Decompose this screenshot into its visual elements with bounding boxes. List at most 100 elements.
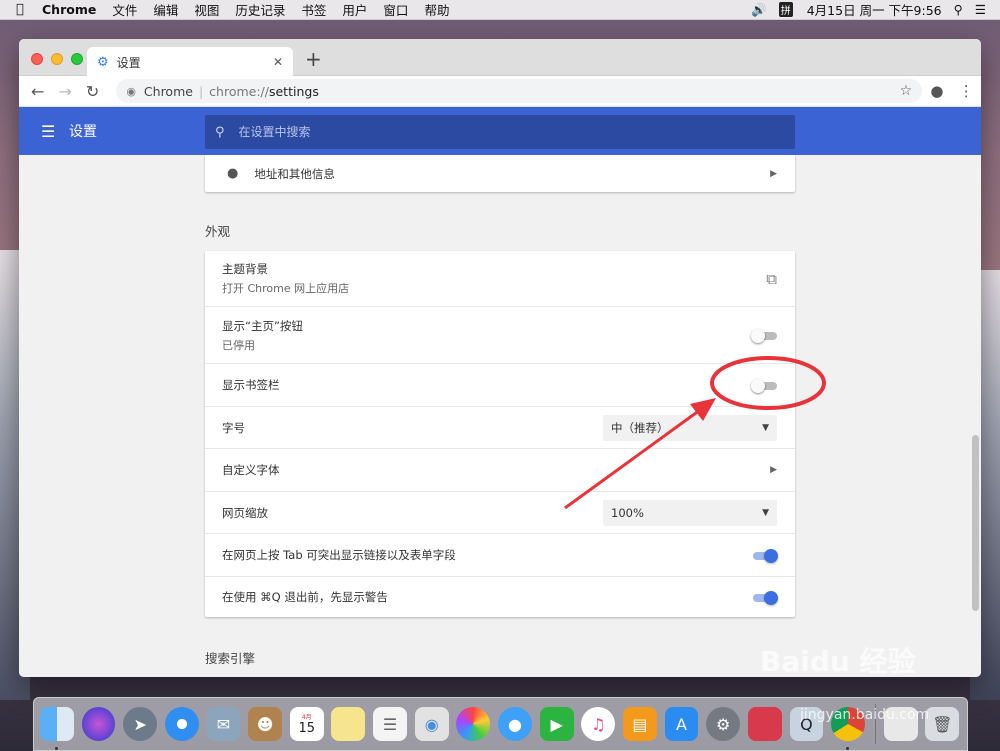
launchpad-icon[interactable]: ➤ <box>123 707 158 741</box>
font-size-label: 字号 <box>222 420 245 435</box>
reload-icon[interactable]: ↻ <box>79 82 106 101</box>
site-chip: Chrome <box>143 83 193 99</box>
system-preferences-icon[interactable]: ⚙ <box>706 707 741 741</box>
bookmark-star-icon[interactable]: ☆ <box>900 83 913 99</box>
url-path: settings <box>268 83 319 99</box>
spotlight-search-icon[interactable]: ⚲ <box>954 2 963 17</box>
macos-menubar:  Chrome 文件 编辑 视图 历史记录 书签 用户 窗口 帮助 🔊 拼 4… <box>0 0 1000 20</box>
chrome-window: ⚙ 设置 ✕ + ← → ↻ ◉ Chrome | chrome:// sett… <box>19 39 981 677</box>
menu-app-name[interactable]: Chrome <box>42 2 96 17</box>
forward-arrow-icon[interactable]: → <box>51 82 78 101</box>
remote-desktop-icon[interactable] <box>747 707 782 741</box>
page-zoom-select[interactable]: 100% ▼ <box>603 499 777 526</box>
new-tab-button[interactable]: + <box>305 49 322 69</box>
open-external-icon[interactable]: ⧉ <box>766 270 777 288</box>
maps-icon[interactable]: ◉ <box>414 707 449 741</box>
menu-file[interactable]: 文件 <box>112 0 137 19</box>
back-arrow-icon[interactable]: ← <box>24 82 51 101</box>
font-size-select[interactable]: 中（推荐） ▼ <box>603 414 777 441</box>
trash-icon[interactable]: 🗑 <box>925 707 960 741</box>
menu-help[interactable]: 帮助 <box>424 0 449 19</box>
input-method-icon[interactable]: 拼 <box>778 2 793 17</box>
search-icon: ⚲ <box>215 124 225 140</box>
autofill-card: ● 地址和其他信息 ▶ <box>205 155 795 192</box>
quit-warning-row: 在使用 ⌘Q 退出前，先显示警告 <box>205 576 795 617</box>
tab-title: 设置 <box>116 55 141 70</box>
page-zoom-value: 100% <box>611 505 644 520</box>
notification-center-icon[interactable]: ☰ <box>975 2 986 17</box>
siri-icon[interactable] <box>81 707 116 741</box>
settings-gear-icon: ⚙ <box>97 54 109 70</box>
finder-icon[interactable] <box>40 707 74 750</box>
more-menu-icon[interactable]: ⋮ <box>952 82 981 100</box>
reminders-icon[interactable]: ☰ <box>373 707 407 741</box>
menu-window[interactable]: 窗口 <box>383 0 408 19</box>
theme-sublabel: 打开 Chrome 网上应用店 <box>222 282 350 295</box>
settings-header: ☰ 设置 ⚲ <box>19 107 981 155</box>
url-scheme: chrome:// <box>209 83 269 99</box>
menubar-status-area: 🔊 拼 4月15日 周一 下午9:56 ⚲ ☰ <box>739 0 1000 19</box>
dropdown-caret-icon: ▼ <box>762 507 769 518</box>
theme-label: 主题背景 <box>222 262 268 276</box>
minimize-window-button[interactable] <box>51 53 63 65</box>
tab-highlight-toggle[interactable] <box>751 548 778 563</box>
settings-search-input[interactable] <box>238 125 739 139</box>
page-title: 设置 <box>69 124 97 140</box>
home-button-toggle[interactable] <box>751 328 777 343</box>
calendar-icon[interactable]: 4月 15 <box>289 707 324 741</box>
quit-warning-toggle[interactable] <box>751 590 778 605</box>
custom-fonts-label: 自定义字体 <box>222 463 280 477</box>
books-icon[interactable]: ▤ <box>622 707 657 741</box>
quit-warning-label: 在使用 ⌘Q 退出前，先显示警告 <box>222 590 388 604</box>
address-bar[interactable]: ◉ Chrome | chrome:// settings ☆ <box>116 79 923 103</box>
tab-highlight-label: 在网页上按 Tab 可突出显示链接以及表单字段 <box>222 548 456 562</box>
profile-avatar-icon[interactable]: ● <box>922 82 951 100</box>
bookmarks-bar-toggle[interactable] <box>751 378 777 393</box>
page-zoom-label: 网页缩放 <box>222 505 268 520</box>
tab-highlight-row: 在网页上按 Tab 可突出显示链接以及表单字段 <box>205 533 795 576</box>
baidu-watermark-url: jingyan.baidu.com <box>800 707 930 723</box>
search-engine-section-title: 搜索引擎 <box>205 651 256 666</box>
macos-dock: ➤ ✉ ☻ 4月 15 ☰ ◉ ● ▶ ♫ ▤ A ⚙ Q 🗑 <box>33 697 968 751</box>
zoom-window-button[interactable] <box>71 53 83 65</box>
menu-history[interactable]: 历史记录 <box>235 0 285 19</box>
font-size-row: 字号 中（推荐） ▼ <box>205 406 795 448</box>
menu-view[interactable]: 视图 <box>194 0 219 19</box>
mail-icon[interactable]: ✉ <box>206 707 241 741</box>
scrollbar-thumb[interactable] <box>972 435 979 611</box>
photos-icon[interactable] <box>456 707 491 741</box>
calendar-month: 4月 <box>301 714 312 721</box>
settings-search-box[interactable]: ⚲ <box>205 115 795 149</box>
calendar-day: 15 <box>298 721 316 736</box>
browser-toolbar: ← → ↻ ◉ Chrome | chrome:// settings ☆ ● … <box>19 76 981 107</box>
bookmarks-bar-label: 显示书签栏 <box>222 378 280 392</box>
tab-close-icon[interactable]: ✕ <box>273 55 283 69</box>
menubar-clock[interactable]: 4月15日 周一 下午9:56 <box>807 0 942 19</box>
close-window-button[interactable] <box>31 53 43 65</box>
custom-fonts-row[interactable]: 自定义字体 ▶ <box>205 448 795 491</box>
facetime-icon[interactable]: ▶ <box>539 707 574 741</box>
home-button-sublabel: 已停用 <box>222 338 255 352</box>
volume-icon[interactable]: 🔊 <box>751 2 767 18</box>
hamburger-menu-icon[interactable]: ☰ <box>41 122 57 141</box>
menu-people[interactable]: 用户 <box>342 0 367 19</box>
home-button-row: 显示“主页”按钮 已停用 <box>205 306 795 363</box>
notes-icon[interactable] <box>331 707 366 741</box>
theme-row[interactable]: 主题背景 打开 Chrome 网上应用店 ⧉ <box>205 251 795 306</box>
baidu-watermark-logo: Baidu 经验 <box>760 645 916 678</box>
menu-edit[interactable]: 编辑 <box>153 0 178 19</box>
contacts-icon[interactable]: ☻ <box>248 707 283 741</box>
chevron-right-icon: ▶ <box>770 168 777 179</box>
messages-icon[interactable]: ● <box>498 707 532 741</box>
chrome-site-icon: ◉ <box>126 84 136 98</box>
appearance-section-title: 外观 <box>205 224 231 239</box>
app-store-icon[interactable]: A <box>664 707 699 741</box>
tab-strip: ⚙ 设置 ✕ + <box>19 39 981 77</box>
music-icon[interactable]: ♫ <box>581 707 616 741</box>
addresses-row[interactable]: ● 地址和其他信息 ▶ <box>205 155 795 192</box>
safari-icon[interactable] <box>164 707 199 741</box>
apple-menu-icon[interactable]:  <box>16 2 32 17</box>
tab-settings[interactable]: ⚙ 设置 ✕ <box>87 47 293 77</box>
menu-bookmarks[interactable]: 书签 <box>301 0 326 19</box>
location-pin-icon: ● <box>227 166 239 181</box>
